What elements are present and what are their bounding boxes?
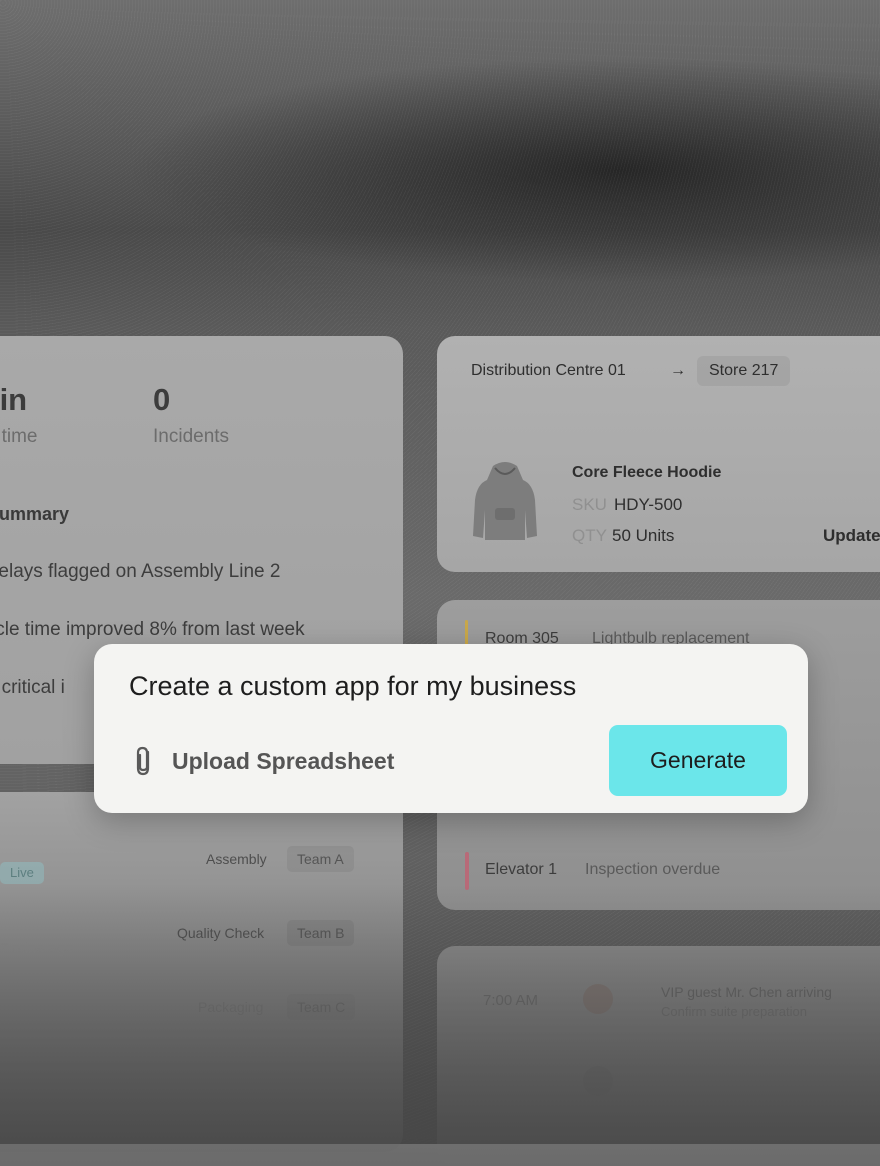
route-destination: Store 217	[709, 362, 779, 379]
update-button[interactable]: Update	[823, 526, 880, 546]
schedule-note: VIP guest Mr. Chen arriving	[661, 984, 832, 1000]
hoodie-image	[473, 462, 537, 540]
sku-label: SKU	[572, 495, 607, 514]
route-arrow-icon: →	[670, 362, 686, 379]
product-name: Core Fleece Hoodie	[572, 464, 722, 481]
incidents-value: 0	[153, 382, 171, 417]
paperclip-icon	[136, 746, 150, 776]
live-badge: Live	[0, 862, 44, 884]
time-ago-label: 7 mins ago	[0, 940, 74, 957]
schedule-time: 7:00 AM	[483, 992, 539, 1009]
incidents-label: Incidents	[153, 426, 230, 447]
summary-item: No critical i	[0, 677, 65, 698]
stage-label: Assembly	[206, 851, 267, 867]
generate-button[interactable]: Generate	[609, 725, 787, 796]
qty-label: QTY	[572, 526, 607, 545]
upload-label: Upload Spreadsheet	[172, 747, 395, 774]
summary-item: 3 delays flagged on Assembly Line 2	[0, 561, 281, 582]
upload-spreadsheet-button[interactable]: Upload Spreadsheet	[130, 744, 394, 778]
avatar	[583, 1066, 613, 1096]
team-badge: Team A	[287, 846, 354, 872]
priority-indicator	[465, 852, 469, 890]
sku-value: HDY-500	[614, 495, 683, 514]
summary-item: Cycle time improved 8% from last week	[0, 619, 305, 640]
schedule-subnote: Confirm suite preparation	[661, 1004, 807, 1019]
route-origin: Distribution Centre 01	[471, 362, 626, 379]
avatar	[583, 984, 613, 1014]
qty-value: 50 Units	[612, 526, 675, 545]
stage-label: Packaging	[198, 999, 264, 1015]
prompt-box: Create a custom app for my business Uplo…	[94, 644, 808, 813]
maintenance-task: Inspection overdue	[585, 861, 721, 878]
cycle-time-label: cle time	[0, 426, 38, 447]
schedule-card: 7:00 AM VIP guest Mr. Chen arriving Conf…	[437, 946, 880, 1166]
stage-label: Quality Check	[177, 925, 265, 941]
cycle-time-value: min	[0, 382, 28, 417]
summary-title: y Summary	[0, 504, 70, 524]
team-badge: Team B	[287, 920, 355, 946]
prompt-input[interactable]: Create a custom app for my business	[129, 671, 576, 702]
team-badge: Team C	[287, 994, 355, 1020]
maintenance-location: Elevator 1	[485, 861, 558, 878]
distribution-card: Distribution Centre 01 → Store 217 Core …	[437, 336, 880, 572]
